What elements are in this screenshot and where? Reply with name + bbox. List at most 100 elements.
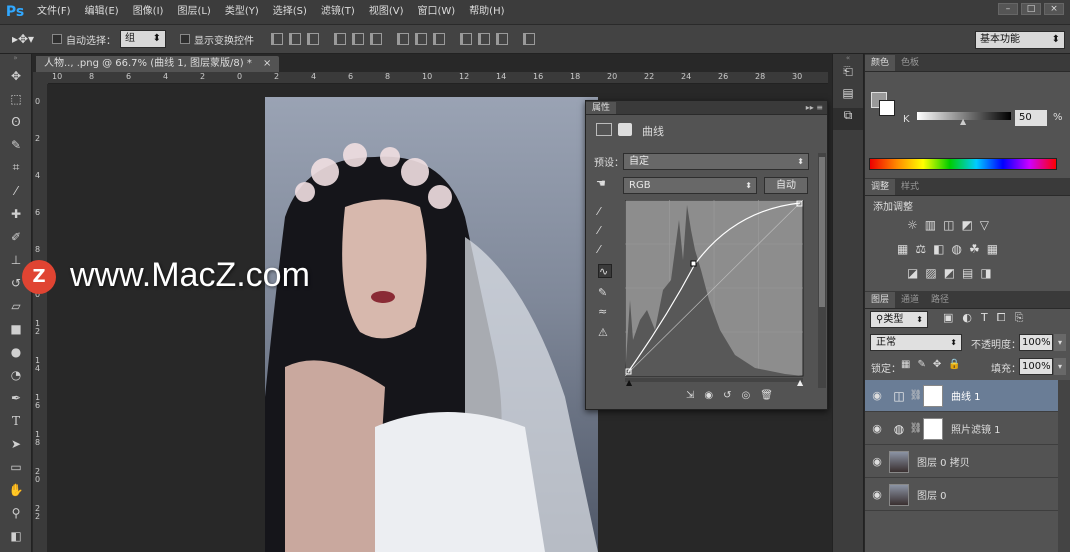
brightness-contrast-icon[interactable]: ☼ bbox=[907, 218, 918, 232]
pencil-draw-icon[interactable]: ✎ bbox=[598, 286, 612, 300]
k-slider-thumb[interactable]: ▲ bbox=[960, 117, 966, 126]
fill-input[interactable]: 100% bbox=[1019, 358, 1053, 375]
healing-brush-tool-icon[interactable]: ✚ bbox=[0, 202, 32, 225]
distribute-top-icon[interactable] bbox=[397, 33, 409, 45]
distribute-right-icon[interactable] bbox=[496, 33, 508, 45]
menu-help[interactable]: 帮助(H) bbox=[462, 0, 511, 24]
minimize-icon[interactable]: – bbox=[998, 3, 1018, 15]
clip-to-layer-icon[interactable]: ⇲ bbox=[686, 390, 694, 406]
preset-dropdown[interactable]: 自定 ⬍ bbox=[623, 153, 809, 170]
photo-filter-icon[interactable]: ◍ bbox=[951, 242, 961, 256]
mask-icon[interactable] bbox=[618, 123, 632, 136]
gradient-tool-icon[interactable]: ■ bbox=[0, 317, 32, 340]
align-bottom-icon[interactable] bbox=[307, 33, 319, 45]
close-tab-icon[interactable]: × bbox=[263, 58, 271, 69]
align-hcenter-icon[interactable] bbox=[352, 33, 364, 45]
menu-select[interactable]: 选择(S) bbox=[266, 0, 314, 24]
pen-tool-icon[interactable]: ✒ bbox=[0, 386, 32, 409]
layer-filter-dropdown[interactable]: ⚲类型 ⬍ bbox=[870, 311, 928, 328]
black-point-eyedropper-icon[interactable]: ⁄ bbox=[598, 205, 612, 219]
filter-pixel-icon[interactable]: ▣ bbox=[943, 311, 953, 325]
eyedropper-tool-icon[interactable]: ⁄ bbox=[0, 179, 32, 202]
brush-tool-icon[interactable]: ✐ bbox=[0, 225, 32, 248]
distribute-left-icon[interactable] bbox=[460, 33, 472, 45]
hue-saturation-icon[interactable]: ▦ bbox=[897, 242, 908, 256]
visibility-eye-icon[interactable]: ◉ bbox=[865, 455, 889, 468]
channel-dropdown[interactable]: RGB ⬍ bbox=[623, 177, 757, 194]
distribute-hcenter-icon[interactable] bbox=[478, 33, 490, 45]
opacity-dropdown-icon[interactable]: ▾ bbox=[1054, 334, 1066, 351]
channels-tab[interactable]: 通道 bbox=[895, 292, 925, 308]
layers-scrollbar[interactable] bbox=[1058, 380, 1070, 552]
auto-align-icon[interactable] bbox=[523, 33, 535, 45]
layer-row-curves[interactable]: ◉ ◫ ⛓ 曲线 1 bbox=[865, 380, 1058, 412]
type-tool-icon[interactable]: T bbox=[0, 409, 32, 432]
auto-select-checkbox[interactable] bbox=[52, 34, 62, 44]
eraser-tool-icon[interactable]: ▱ bbox=[0, 294, 32, 317]
zoom-tool-icon[interactable]: ⚲ bbox=[0, 501, 32, 524]
fill-dropdown-icon[interactable]: ▾ bbox=[1054, 358, 1066, 375]
layer-name[interactable]: 图层 0 bbox=[917, 487, 947, 502]
vibrance-icon[interactable]: ▽ bbox=[980, 218, 989, 232]
auto-select-dropdown[interactable]: 组 ⬍ bbox=[120, 30, 166, 48]
menu-file[interactable]: 文件(F) bbox=[30, 0, 78, 24]
lasso-tool-icon[interactable]: ʘ bbox=[0, 110, 32, 133]
input-black-slider-icon[interactable]: ▲ bbox=[626, 378, 632, 387]
layer-row-copy[interactable]: ◉ 图层 0 拷贝 bbox=[865, 446, 1058, 478]
blend-mode-dropdown[interactable]: 正常 ⬍ bbox=[870, 334, 962, 351]
background-color-swatch[interactable] bbox=[879, 100, 895, 116]
lock-transparent-icon[interactable]: ▦ bbox=[901, 359, 910, 370]
color-tab[interactable]: 颜色 bbox=[865, 55, 896, 71]
marquee-tool-icon[interactable]: ⬚ bbox=[0, 87, 32, 110]
path-select-tool-icon[interactable]: ➤ bbox=[0, 432, 32, 455]
document-tab[interactable]: 人物.., .png @ 66.7% (曲线 1, 图层蒙版/8) * × bbox=[36, 56, 280, 72]
view-previous-icon[interactable]: ◉ bbox=[704, 390, 713, 406]
channel-mixer-icon[interactable]: ☘ bbox=[969, 242, 980, 256]
input-white-slider-icon[interactable]: ▲ bbox=[797, 378, 803, 387]
blur-tool-icon[interactable]: ● bbox=[0, 340, 32, 363]
exposure-icon[interactable]: ◩ bbox=[961, 218, 972, 232]
move-tool-preset-icon[interactable]: ▸✥▾ bbox=[0, 32, 46, 46]
visibility-eye-icon[interactable]: ◉ bbox=[865, 389, 889, 402]
paths-tab[interactable]: 路径 bbox=[925, 292, 955, 308]
swatches-tab[interactable]: 色板 bbox=[895, 55, 925, 71]
visibility-eye-icon[interactable]: ◉ bbox=[865, 488, 889, 501]
align-right-icon[interactable] bbox=[370, 33, 382, 45]
filter-type-icon[interactable]: T bbox=[981, 311, 988, 325]
smooth-curve-icon[interactable]: ≈ bbox=[598, 305, 612, 319]
curves-icon[interactable]: ◫ bbox=[943, 218, 954, 232]
quick-select-tool-icon[interactable]: ✎ bbox=[0, 133, 32, 156]
menu-image[interactable]: 图像(I) bbox=[126, 0, 171, 24]
k-value-input[interactable]: 50 bbox=[1015, 110, 1047, 126]
layer-thumbnail[interactable] bbox=[889, 483, 909, 506]
visibility-icon[interactable]: ◎ bbox=[742, 390, 751, 406]
color-lookup-icon[interactable]: ▦ bbox=[987, 242, 998, 256]
styles-tab[interactable]: 样式 bbox=[895, 179, 925, 195]
adjustments-tab[interactable]: 调整 bbox=[865, 179, 896, 195]
layer-row-photo-filter[interactable]: ◉ ◍ ⛓ 照片滤镜 1 bbox=[865, 413, 1058, 445]
move-tool-icon[interactable]: ✥ bbox=[0, 64, 32, 87]
ruler-origin[interactable] bbox=[33, 72, 48, 84]
menu-window[interactable]: 窗口(W) bbox=[410, 0, 462, 24]
lock-image-icon[interactable]: ✎ bbox=[917, 359, 925, 370]
invert-icon[interactable]: ◪ bbox=[907, 266, 918, 280]
distribute-vcenter-icon[interactable] bbox=[415, 33, 427, 45]
levels-icon[interactable]: ▥ bbox=[925, 218, 936, 232]
opacity-input[interactable]: 100% bbox=[1019, 334, 1053, 351]
layer-name[interactable]: 图层 0 拷贝 bbox=[917, 454, 970, 469]
hand-tool-icon[interactable]: ✋ bbox=[0, 478, 32, 501]
align-vcenter-icon[interactable] bbox=[289, 33, 301, 45]
menu-type[interactable]: 类型(Y) bbox=[218, 0, 266, 24]
selective-color-icon[interactable]: ◨ bbox=[980, 266, 991, 280]
filter-smart-icon[interactable]: ⎘ bbox=[1015, 311, 1024, 325]
menu-view[interactable]: 视图(V) bbox=[362, 0, 411, 24]
layer-row-base[interactable]: ◉ 图层 0 bbox=[865, 479, 1058, 511]
link-icon[interactable]: ⛓ bbox=[909, 423, 923, 434]
color-balance-icon[interactable]: ⚖ bbox=[915, 242, 926, 256]
align-left-icon[interactable] bbox=[334, 33, 346, 45]
workspace-dropdown[interactable]: 基本功能 ⬍ bbox=[975, 31, 1065, 49]
clipping-warning-icon[interactable]: ⚠ bbox=[598, 326, 612, 340]
black-white-icon[interactable]: ◧ bbox=[933, 242, 944, 256]
document-image[interactable] bbox=[265, 97, 598, 552]
white-point-eyedropper-icon[interactable]: ⁄ bbox=[598, 243, 612, 257]
